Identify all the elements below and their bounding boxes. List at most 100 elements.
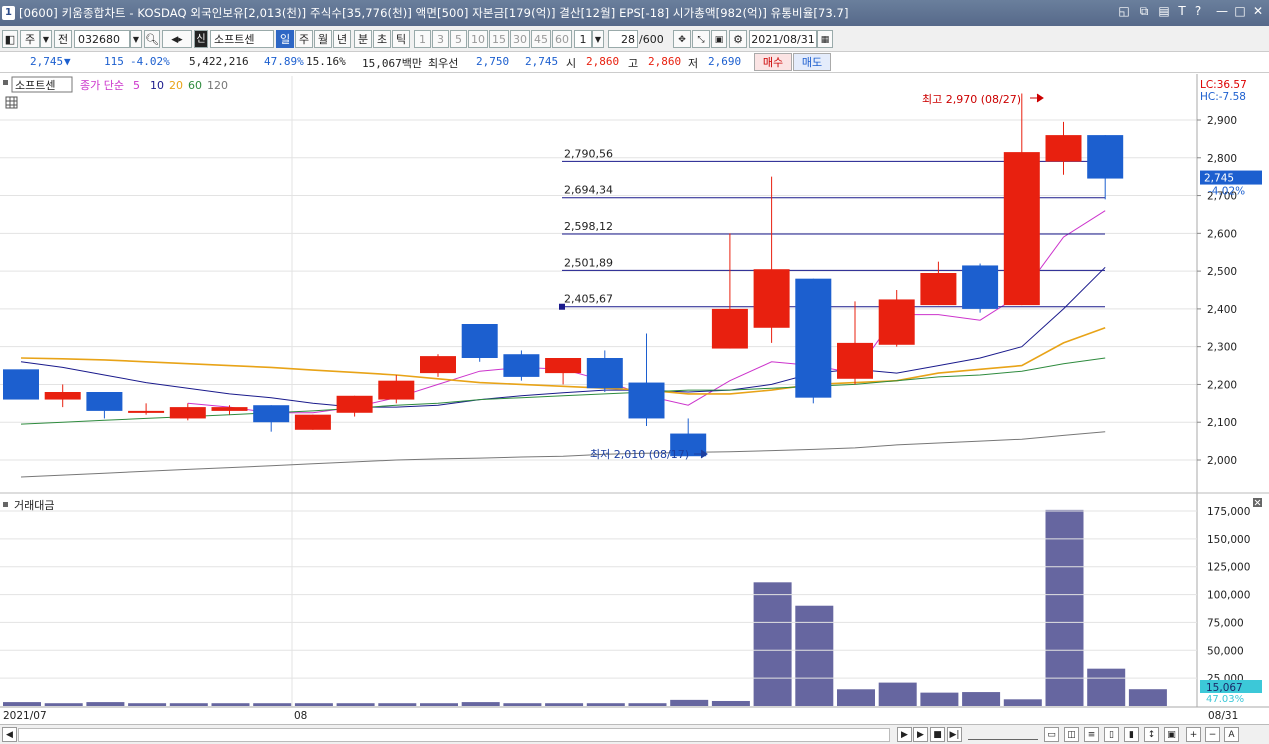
fib-level-label: 2,598,12: [564, 220, 613, 233]
interval-dropdown-icon[interactable]: ▼: [592, 30, 604, 48]
chevron-down-icon[interactable]: ▼: [40, 30, 52, 48]
fib-level-label: 2,694,34: [564, 184, 613, 197]
minute-30-button[interactable]: 30: [510, 30, 530, 48]
help-icon[interactable]: ?: [1190, 4, 1206, 18]
interval-input[interactable]: 1: [574, 30, 592, 48]
search-icon[interactable]: 🔍︎: [144, 30, 160, 48]
minute-15-button[interactable]: 15: [489, 30, 509, 48]
volume-tick-label: 125,000: [1207, 562, 1250, 574]
legend-toggle-icon[interactable]: [3, 80, 8, 85]
price-tick-label: 2,900: [1207, 115, 1237, 127]
stock-code-input[interactable]: 032680: [74, 30, 130, 48]
tab-year[interactable]: 년: [333, 30, 351, 48]
volume-bar: [586, 703, 625, 706]
play-button[interactable]: ▶: [913, 727, 928, 742]
volume-bar: [837, 689, 875, 706]
sound-icon[interactable]: ◀▸: [162, 30, 192, 48]
bar-width-icon[interactable]: ▯: [1104, 727, 1119, 742]
stop-button[interactable]: ■: [930, 727, 945, 742]
minute-3-button[interactable]: 3: [432, 30, 449, 48]
current-rate-label: -4.02%: [1208, 186, 1245, 198]
scroll-track[interactable]: [18, 728, 890, 742]
crosshair-icon[interactable]: ⤡: [692, 30, 710, 48]
minute-10-button[interactable]: 10: [468, 30, 488, 48]
maximize-button[interactable]: □: [1232, 4, 1248, 18]
font-size-icon[interactable]: A: [1224, 727, 1239, 742]
mode-icon[interactable]: ▣: [1164, 727, 1179, 742]
duplicate-window-icon[interactable]: ⧉: [1136, 4, 1152, 19]
gear-icon[interactable]: ⚙: [729, 30, 747, 48]
volume-bar: [962, 692, 1001, 706]
zoom-slider[interactable]: [968, 729, 1038, 740]
tab-month[interactable]: 월: [314, 30, 332, 48]
change-rate: -4.02%: [130, 55, 170, 68]
volume-bar: [294, 703, 333, 706]
minimize-button[interactable]: —: [1214, 4, 1230, 18]
zoom-minus-icon[interactable]: ▭: [1044, 727, 1059, 742]
close-button[interactable]: ✕: [1250, 4, 1266, 18]
candle-body: [795, 278, 832, 398]
zoom-out-icon[interactable]: −: [1205, 727, 1220, 742]
volume-tick-label: 50,000: [1207, 645, 1244, 657]
tab-week[interactable]: 주: [295, 30, 313, 48]
grid-icon[interactable]: [5, 96, 18, 109]
minute-5-button[interactable]: 5: [450, 30, 467, 48]
stock-name-field[interactable]: 소프트센: [210, 30, 274, 48]
ma5-legend: 5: [133, 79, 140, 92]
candle-body: [1087, 135, 1124, 179]
fit-icon[interactable]: ◫: [1064, 727, 1079, 742]
scroll-right-button[interactable]: ▶: [897, 727, 912, 742]
volume-bar: [1128, 689, 1167, 706]
save-icon[interactable]: ▣: [711, 30, 727, 48]
chart-area[interactable]: 2,790,56 2,694,34 2,598,12 2,501,89 2,405,67…: [0, 74, 1269, 724]
text-icon[interactable]: T: [1174, 4, 1190, 18]
move-icon[interactable]: ✥: [673, 30, 691, 48]
step-button[interactable]: ▶|: [947, 727, 962, 742]
high-annotation: 최고 2,970 (08/27): [922, 93, 1021, 106]
x-label-08-31: 08/31: [1208, 710, 1238, 722]
price-tick-label: 2,800: [1207, 153, 1237, 165]
scroll-left-button[interactable]: ◀: [2, 727, 17, 742]
candle-body: [420, 356, 456, 374]
candle-body: [169, 407, 206, 419]
minute-45-button[interactable]: 45: [531, 30, 551, 48]
lc-value: LC:36.57: [1200, 79, 1247, 91]
sell-button[interactable]: 매도: [793, 53, 831, 71]
buy-button[interactable]: 매수: [754, 53, 792, 71]
all-button[interactable]: 전: [54, 30, 72, 48]
tab-second[interactable]: 초: [373, 30, 391, 48]
align-icon[interactable]: ≡: [1084, 727, 1099, 742]
chart-menu-icon[interactable]: ◧: [2, 30, 18, 48]
count-total: /600: [639, 33, 664, 46]
volume-bar: [920, 692, 959, 706]
layout-icon[interactable]: ▤: [1156, 4, 1172, 18]
period-unit-select[interactable]: 주: [20, 30, 40, 48]
code-dropdown-icon[interactable]: ▼: [130, 30, 142, 48]
candle-body: [920, 273, 957, 306]
candle-body: [294, 414, 331, 430]
chart-scrollbar[interactable]: ◀ ▶ ▶ ■ ▶| ▭ ◫ ≡ ▯ ▮ ↕ ▣ + − A: [0, 724, 1269, 744]
volume-bar: [711, 700, 750, 706]
tab-day[interactable]: 일: [276, 30, 294, 48]
volume-bar: [795, 605, 834, 706]
date-input[interactable]: 2021/08/31: [749, 30, 817, 48]
fib-level-label: 2,405,67: [564, 293, 613, 306]
low-label: 저: [688, 57, 699, 70]
volume-ratio: 47.89%: [264, 55, 304, 68]
zoom-in-icon[interactable]: +: [1186, 727, 1201, 742]
tab-minute[interactable]: 분: [354, 30, 372, 48]
volume-bar: [128, 703, 167, 706]
minute-1-button[interactable]: 1: [414, 30, 431, 48]
chart-toolbar: ◧ 주 ▼ 전 032680 ▼ 🔍︎ ◀▸ 신 소프트센 일 주 월 년 분 …: [0, 26, 1269, 52]
candle-body: [753, 269, 790, 328]
volume-legend-toggle-icon[interactable]: [3, 502, 8, 507]
volume-bar: [420, 703, 458, 706]
volume-bar: [461, 702, 500, 706]
count-input[interactable]: 28: [608, 30, 638, 48]
minute-60-button[interactable]: 60: [552, 30, 572, 48]
candle-icon[interactable]: ▮: [1124, 727, 1139, 742]
restore-layout-icon[interactable]: ◱: [1116, 4, 1132, 18]
scale-icon[interactable]: ↕: [1144, 727, 1159, 742]
tab-tick[interactable]: 틱: [392, 30, 410, 48]
calendar-icon[interactable]: ▦: [817, 30, 833, 48]
